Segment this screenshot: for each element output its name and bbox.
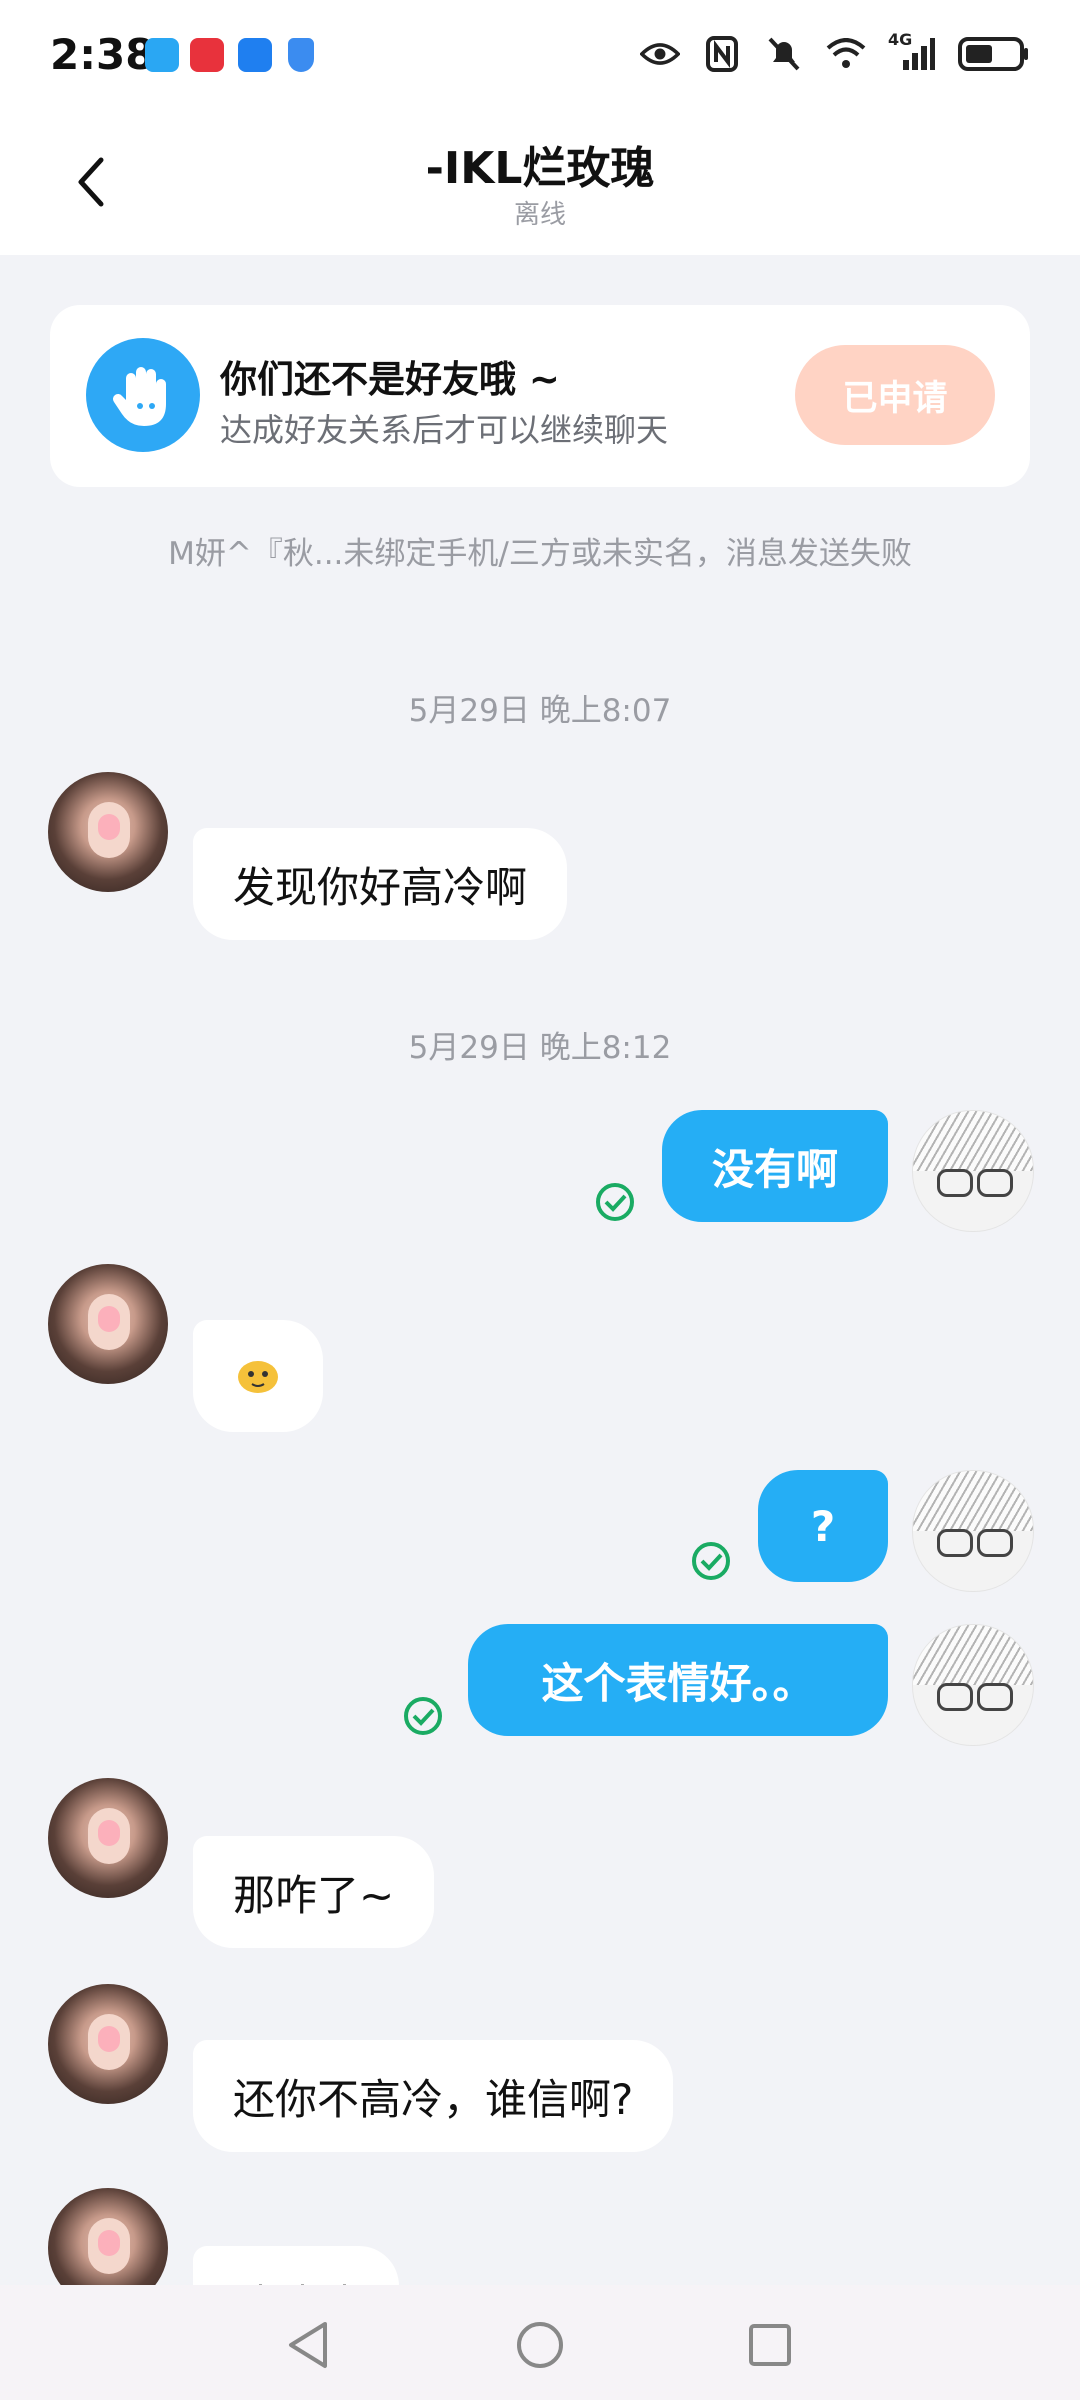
friend-request-card: 你们还不是好友哦 ~ 达成好友关系后才可以继续聊天 已申请 bbox=[50, 305, 1030, 487]
friend-card-title: 你们还不是好友哦 ~ bbox=[220, 358, 560, 401]
applied-button[interactable]: 已申请 bbox=[795, 345, 995, 445]
battery-icon bbox=[958, 34, 1030, 74]
triangle-back-icon bbox=[289, 2322, 327, 2368]
send-failed-notice: M妍^『秋...未绑定手机/三方或未实名，消息发送失败 bbox=[168, 536, 912, 572]
outgoing-message[interactable]: 没有啊 bbox=[662, 1110, 888, 1222]
mute-bell-icon bbox=[764, 34, 804, 74]
my-avatar[interactable] bbox=[912, 1470, 1034, 1592]
message-timestamp: 5月29日 晚上8:07 bbox=[408, 693, 672, 729]
my-avatar[interactable] bbox=[912, 1624, 1034, 1746]
network-type: 4G bbox=[888, 30, 913, 49]
incoming-message[interactable]: 发现你好高冷啊 bbox=[193, 828, 568, 940]
wifi-icon bbox=[826, 34, 866, 74]
wave-hand-icon bbox=[86, 338, 200, 452]
signal-icon: 4G bbox=[888, 30, 936, 74]
contact-status: 离线 bbox=[513, 200, 566, 230]
contact-name[interactable]: -IKL烂玫瑰 bbox=[0, 132, 1080, 196]
nav-back-button[interactable] bbox=[278, 2315, 338, 2375]
contact-avatar[interactable] bbox=[48, 1984, 168, 2104]
my-avatar[interactable] bbox=[912, 1110, 1034, 1232]
chat-header: -IKL烂玫瑰 离线 bbox=[0, 110, 1080, 255]
circle-home-icon bbox=[517, 2322, 563, 2368]
messages-app-icon bbox=[145, 38, 179, 72]
eye-icon bbox=[640, 34, 680, 74]
system-nav-bar bbox=[0, 2285, 1080, 2400]
outgoing-message[interactable]: ? bbox=[758, 1470, 888, 1582]
status-bar: 2:38 4G bbox=[0, 0, 1080, 110]
contact-avatar[interactable] bbox=[48, 772, 168, 892]
sticker-icon bbox=[238, 1361, 278, 1393]
contact-avatar[interactable] bbox=[48, 1264, 168, 1384]
status-time: 2:38 bbox=[50, 30, 155, 79]
shield-icon bbox=[288, 38, 314, 72]
friend-card-subtitle: 达成好友关系后才可以继续聊天 bbox=[220, 411, 669, 449]
contact-avatar[interactable] bbox=[48, 1778, 168, 1898]
incoming-sticker-message[interactable] bbox=[193, 1320, 323, 1432]
nfc-icon bbox=[702, 34, 742, 74]
read-check-icon bbox=[692, 1542, 730, 1580]
message-timestamp: 5月29日 晚上8:12 bbox=[408, 1030, 672, 1066]
outgoing-message[interactable]: 这个表情好。。 bbox=[468, 1624, 888, 1736]
nav-home-button[interactable] bbox=[510, 2315, 570, 2375]
play-app-icon bbox=[238, 38, 272, 72]
read-check-icon bbox=[404, 1697, 442, 1735]
nav-recents-button[interactable] bbox=[740, 2315, 800, 2375]
huawei-app-icon bbox=[190, 38, 224, 72]
incoming-message[interactable]: 那咋了~ bbox=[193, 1836, 435, 1948]
read-check-icon bbox=[596, 1183, 634, 1221]
incoming-message[interactable]: 还你不高冷，谁信啊? bbox=[193, 2040, 674, 2152]
square-recents-icon bbox=[749, 2324, 791, 2366]
